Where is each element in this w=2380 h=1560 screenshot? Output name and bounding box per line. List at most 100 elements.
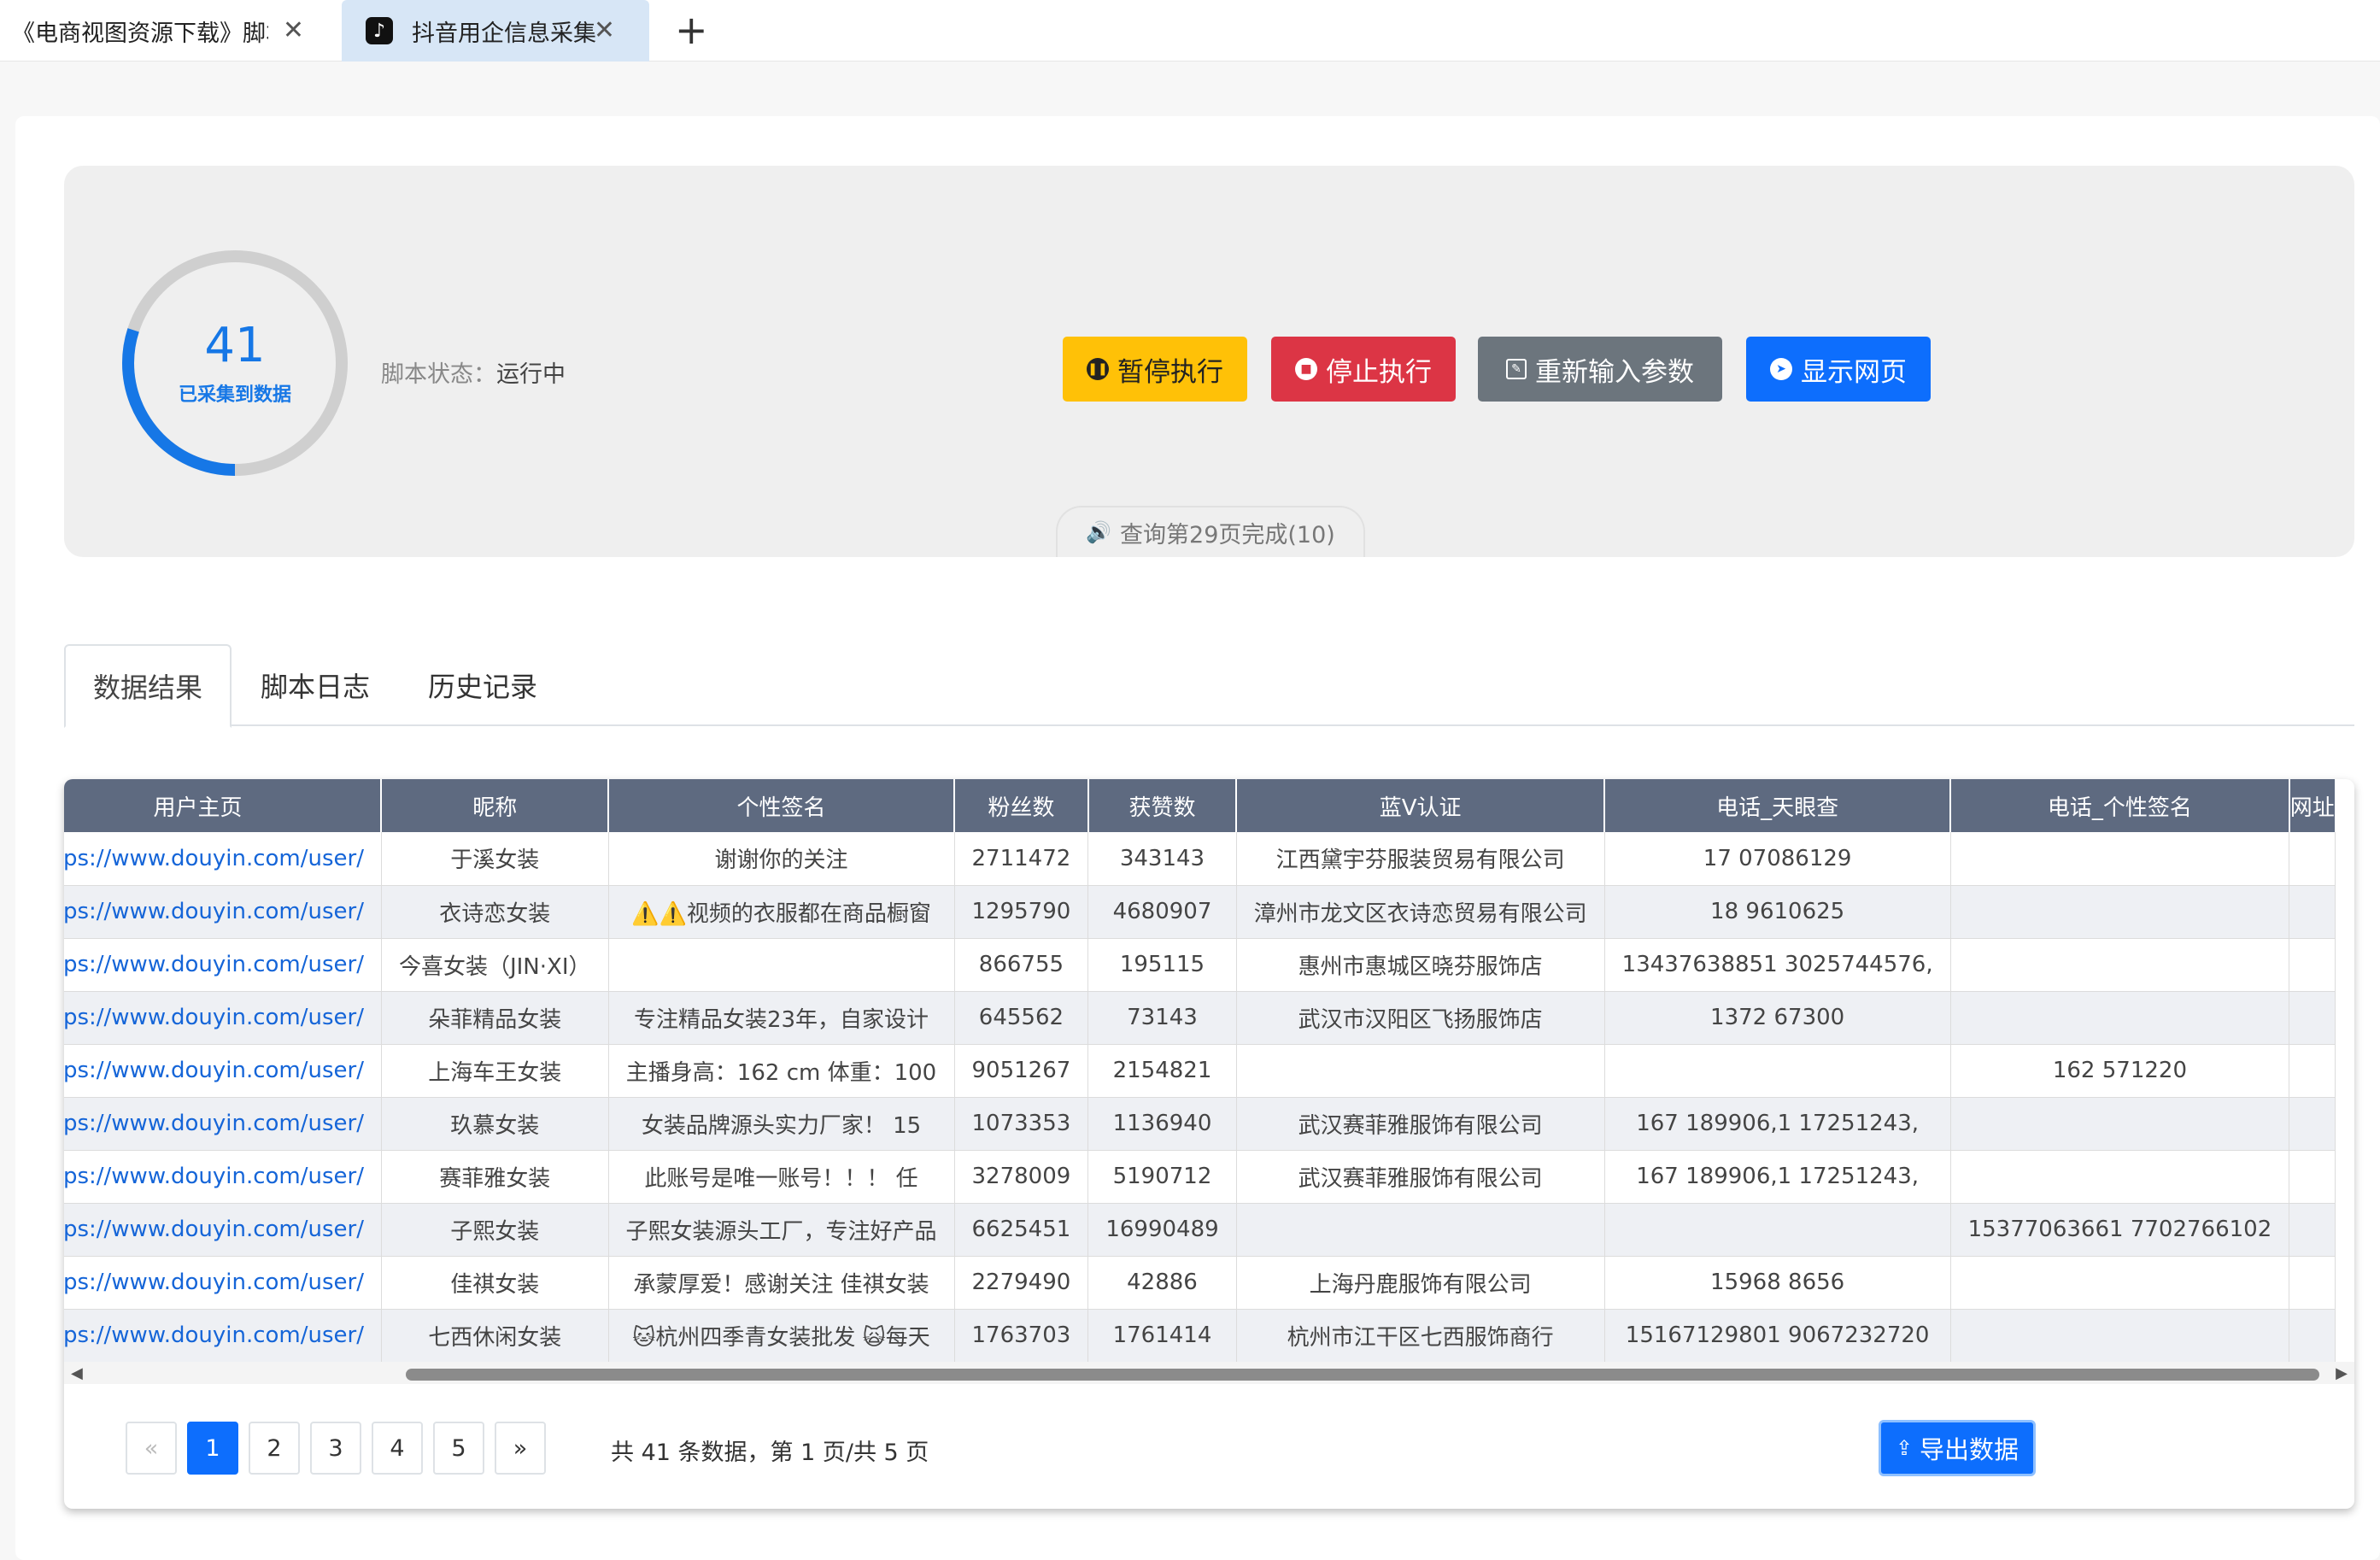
table-cell-url[interactable]: https://www.douyin.com/user/ <box>64 938 382 992</box>
table-cell <box>2289 885 2336 939</box>
tab-history[interactable]: 历史记录 <box>428 644 537 726</box>
table-cell-url[interactable]: https://www.douyin.com/user/ <box>64 1203 382 1257</box>
table-cell <box>2289 938 2336 992</box>
column-header[interactable]: 个性签名 <box>608 779 956 832</box>
table-cell: 此账号是唯一账号！！！ 任 <box>608 1150 955 1204</box>
export-data-button[interactable]: ⇪ 导出数据 <box>1879 1420 2036 1476</box>
script-status-value: 运行中 <box>496 361 566 388</box>
table-cell: 武汉赛菲雅服饰有限公司 <box>1236 1150 1605 1204</box>
table-cell <box>1950 832 2290 886</box>
column-header[interactable]: 昵称 <box>381 779 609 832</box>
table-cell: 女装品牌源头实力厂家！ 15 <box>608 1097 955 1151</box>
close-icon[interactable]: ✕ <box>283 18 304 44</box>
table-cell: 七西休闲女装 <box>381 1309 609 1363</box>
table-cell: 1372 67300 <box>1604 991 1951 1045</box>
table-cell: 杭州市江干区七西服饰商行 <box>1236 1309 1605 1363</box>
table-cell-url[interactable]: https://www.douyin.com/user/ <box>64 885 382 939</box>
table-row[interactable]: 0https://www.douyin.com/user/七西休闲女装🐱杭州四季… <box>64 1309 2336 1363</box>
table-row[interactable]: 54https://www.douyin.com/user/玖慕女装女装品牌源头… <box>64 1097 2336 1151</box>
table-cell: 江西黛宇芬服装贸易有限公司 <box>1236 832 1605 886</box>
scroll-left-icon[interactable]: ◀ <box>71 1364 83 1382</box>
column-header[interactable]: 电话_个性签名 <box>1950 779 2290 832</box>
table-cell-url[interactable]: https://www.douyin.com/user/ <box>64 991 382 1045</box>
table-cell <box>1604 1044 1951 1098</box>
table-cell <box>2289 1044 2336 1098</box>
table-cell: 承蒙厚爱！感谢关注 佳祺女装 <box>608 1256 955 1310</box>
column-header[interactable]: 蓝V认证 <box>1236 779 1606 832</box>
table-cell: 15377063661 7702766102 <box>1950 1203 2290 1257</box>
browser-tab-ecommerce[interactable]: 《电商视图资源下载》脚本 ✕ <box>0 0 333 62</box>
table-cell: 9051267 <box>954 1044 1089 1098</box>
column-header[interactable]: 电话_天眼查 <box>1604 779 1952 832</box>
column-header[interactable]: 获赞数 <box>1087 779 1238 832</box>
table-cell <box>1950 1256 2290 1310</box>
next-page-button[interactable]: » <box>495 1422 546 1475</box>
page-button[interactable]: 1 <box>187 1422 238 1475</box>
table-cell-url[interactable]: https://www.douyin.com/user/ <box>64 832 382 886</box>
table-cell: 162 571220 <box>1950 1044 2290 1098</box>
table-header-row: 用户主页 昵称 个性签名 粉丝数 获赞数 蓝V认证 电话_天眼查 电话_个性签名… <box>64 779 2336 832</box>
column-header[interactable]: 用户主页 <box>64 779 383 832</box>
collected-label: 已采集到数据 <box>178 384 291 406</box>
table-row[interactable]: gghttps://www.douyin.com/user/于溪女装谢谢你的关注… <box>64 832 2336 886</box>
page-button[interactable]: 4 <box>372 1422 423 1475</box>
column-header[interactable]: 网址 <box>2289 779 2336 832</box>
scrollbar-thumb[interactable] <box>406 1369 2319 1381</box>
table-cell: 42886 <box>1087 1256 1237 1310</box>
page-button[interactable]: 2 <box>249 1422 300 1475</box>
table-cell <box>2289 1256 2336 1310</box>
table-cell: 15968 8656 <box>1604 1256 1951 1310</box>
scroll-right-icon[interactable]: ▶ <box>2336 1364 2348 1382</box>
table-cell: 1295790 <box>954 885 1089 939</box>
table-cell: 于溪女装 <box>381 832 609 886</box>
table-row[interactable]: 55https://www.douyin.com/user/今喜女装（JIN·X… <box>64 938 2336 992</box>
prev-page-button[interactable]: « <box>126 1422 177 1475</box>
pause-button[interactable]: ❚❚ 暂停执行 <box>1063 337 1247 402</box>
pause-label: 暂停执行 <box>1117 356 1223 388</box>
table-cell: 73143 <box>1087 991 1237 1045</box>
table-row[interactable]: erhttps://www.douyin.com/user/上海车王女装主播身高… <box>64 1044 2336 1098</box>
page-button[interactable]: 3 <box>310 1422 361 1475</box>
table-row[interactable]: 56https://www.douyin.com/user/朵菲精品女装专注精品… <box>64 991 2336 1045</box>
table-cell-url[interactable]: https://www.douyin.com/user/ <box>64 1097 382 1151</box>
browser-tab-douyin[interactable]: ♪ 抖音用企信息采集 ✕ <box>342 0 649 62</box>
new-tab-button[interactable]: + <box>675 9 708 51</box>
table-cell-url[interactable]: https://www.douyin.com/user/ <box>64 1309 382 1363</box>
table-cell: 子熙女装源头工厂，专注好产品 <box>608 1203 955 1257</box>
edit-icon: ✎ <box>1506 359 1527 379</box>
table-cell: 2279490 <box>954 1256 1089 1310</box>
table-row[interactable]: https://www.douyin.com/user/赛菲雅女装 此账号是唯一账… <box>64 1150 2336 1204</box>
table-cell: 1761414 <box>1087 1309 1237 1363</box>
table-cell: 3278009 <box>954 1150 1089 1204</box>
table-cell: 1763703 <box>954 1309 1089 1363</box>
table-cell: 上海丹鹿服饰有限公司 <box>1236 1256 1605 1310</box>
reinput-params-button[interactable]: ✎ 重新输入参数 <box>1478 337 1722 402</box>
collected-count: 41 <box>204 318 266 373</box>
content-tabs: 数据结果 脚本日志 历史记录 <box>64 644 2354 728</box>
pagination: « 1 2 3 4 5 » <box>126 1422 556 1475</box>
show-webpage-button[interactable]: ➤ 显示网页 <box>1746 337 1931 402</box>
table-cell-url[interactable]: https://www.douyin.com/user/ <box>64 1150 382 1204</box>
tab-script-log[interactable]: 脚本日志 <box>261 644 370 726</box>
table-cell: 武汉赛菲雅服饰有限公司 <box>1236 1097 1605 1151</box>
browser-tab-bar: 《电商视图资源下载》脚本 ✕ ♪ 抖音用企信息采集 ✕ + <box>0 0 2380 62</box>
table-cell: 5190712 <box>1087 1150 1237 1204</box>
table-cell: 4680907 <box>1087 885 1237 939</box>
table-row[interactable]: .https://www.douyin.com/user/子熙女装子熙女装源头工… <box>64 1203 2336 1257</box>
progress-text: 查询第29页完成(10) <box>1120 521 1335 548</box>
close-icon[interactable]: ✕ <box>594 18 615 44</box>
table-row[interactable]: 3https://www.douyin.com/user/衣诗恋女装⚠️⚠️视频… <box>64 885 2336 939</box>
page-button[interactable]: 5 <box>433 1422 484 1475</box>
reinput-label: 重新输入参数 <box>1535 356 1694 388</box>
table-row[interactable]: nhttps://www.douyin.com/user/佳祺女装承蒙厚爱！感谢… <box>64 1256 2336 1310</box>
column-header[interactable]: 粉丝数 <box>954 779 1089 832</box>
table-cell-url[interactable]: https://www.douyin.com/user/ <box>64 1256 382 1310</box>
table-cell: 343143 <box>1087 832 1237 886</box>
stop-button[interactable]: ■ 停止执行 <box>1271 337 1456 402</box>
pause-icon: ❚❚ <box>1087 358 1109 380</box>
table-cell <box>608 938 955 992</box>
horizontal-scrollbar[interactable]: ◀ ▶ <box>64 1362 2354 1384</box>
browser-tab-label: 《电商视图资源下载》脚本 <box>12 20 268 47</box>
table-cell-url[interactable]: https://www.douyin.com/user/ <box>64 1044 382 1098</box>
tab-data-results[interactable]: 数据结果 <box>64 644 232 728</box>
